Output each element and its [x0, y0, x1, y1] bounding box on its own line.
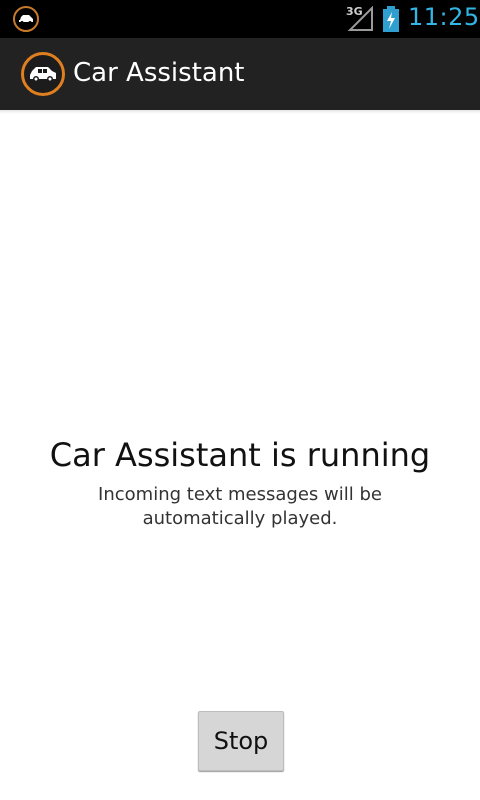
battery-charging-icon [383, 6, 399, 32]
status-bar: 3G 11:25 [0, 0, 480, 38]
action-bar-shadow [0, 110, 480, 114]
app-car-icon[interactable] [21, 52, 65, 96]
status-headline: Car Assistant is running [49, 436, 431, 474]
signal-icon [347, 6, 373, 31]
status-message: Incoming text messages will be automatic… [98, 484, 382, 529]
car-notification-icon [13, 6, 39, 32]
clock: 11:25 [408, 3, 480, 31]
app-title: Car Assistant [73, 58, 245, 88]
stop-button[interactable]: Stop [198, 711, 284, 771]
